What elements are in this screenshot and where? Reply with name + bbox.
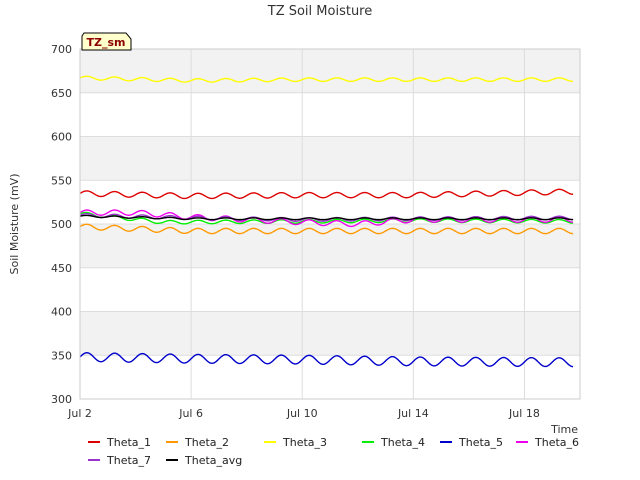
chart-tag: TZ_sm	[81, 32, 132, 51]
chart-title: TZ Soil Moisture	[267, 4, 373, 19]
y-axis-title: Soil Moisture (mV)	[8, 174, 21, 275]
legend-label: Theta_1	[106, 436, 151, 449]
legend-item-theta-7: Theta_7	[88, 454, 151, 467]
legend-item-theta-1: Theta_1	[88, 436, 151, 449]
y-tick-label: 500	[51, 218, 72, 231]
x-axis-title: Time	[550, 423, 578, 436]
plot-band	[80, 136, 580, 181]
legend-label: Theta_4	[380, 436, 425, 449]
y-axis-ticks: 300 350 400 450 500 550 600 650 700	[51, 43, 72, 406]
x-axis-ticks: Jul 2 Jul 6 Jul 10 Jul 14 Jul 18	[67, 407, 540, 420]
x-tick-label: Jul 18	[508, 407, 540, 420]
plot-band	[80, 311, 580, 356]
legend-item-theta-6: Theta_6	[516, 436, 579, 449]
plot-band	[80, 49, 580, 93]
legend-item-theta-4: Theta_4	[362, 436, 425, 449]
legend-item-theta-avg: Theta_avg	[166, 454, 242, 467]
y-tick-label: 350	[51, 349, 72, 362]
y-tick-label: 600	[51, 131, 72, 144]
legend-label: Theta_6	[534, 436, 579, 449]
y-tick-label: 650	[51, 87, 72, 100]
legend-label: Theta_5	[458, 436, 503, 449]
legend-item-theta-5: Theta_5	[440, 436, 503, 449]
x-tick-label: Jul 2	[67, 407, 92, 420]
y-tick-label: 300	[51, 393, 72, 406]
chart-tag-label: TZ_sm	[87, 36, 126, 49]
legend: Theta_1 Theta_2 Theta_3 Theta_4 Theta_5 Theta…	[88, 436, 579, 467]
x-tick-label: Jul 10	[286, 407, 318, 420]
y-tick-label: 700	[51, 43, 72, 56]
legend-label: Theta_7	[106, 454, 151, 467]
x-tick-label: Jul 6	[178, 407, 203, 420]
y-tick-label: 400	[51, 306, 72, 319]
plot-band	[80, 92, 580, 137]
y-tick-label: 550	[51, 174, 72, 187]
legend-label: Theta_2	[184, 436, 229, 449]
chart: TZ Soil Moisture 300 350 400 450 500 550 600 65…	[8, 4, 581, 467]
plot-band	[80, 267, 580, 312]
legend-label: Theta_avg	[184, 454, 242, 467]
legend-label: Theta_3	[282, 436, 327, 449]
legend-item-theta-2: Theta_2	[166, 436, 229, 449]
legend-item-theta-3: Theta_3	[264, 436, 327, 449]
x-tick-label: Jul 14	[397, 407, 429, 420]
y-tick-label: 450	[51, 262, 72, 275]
